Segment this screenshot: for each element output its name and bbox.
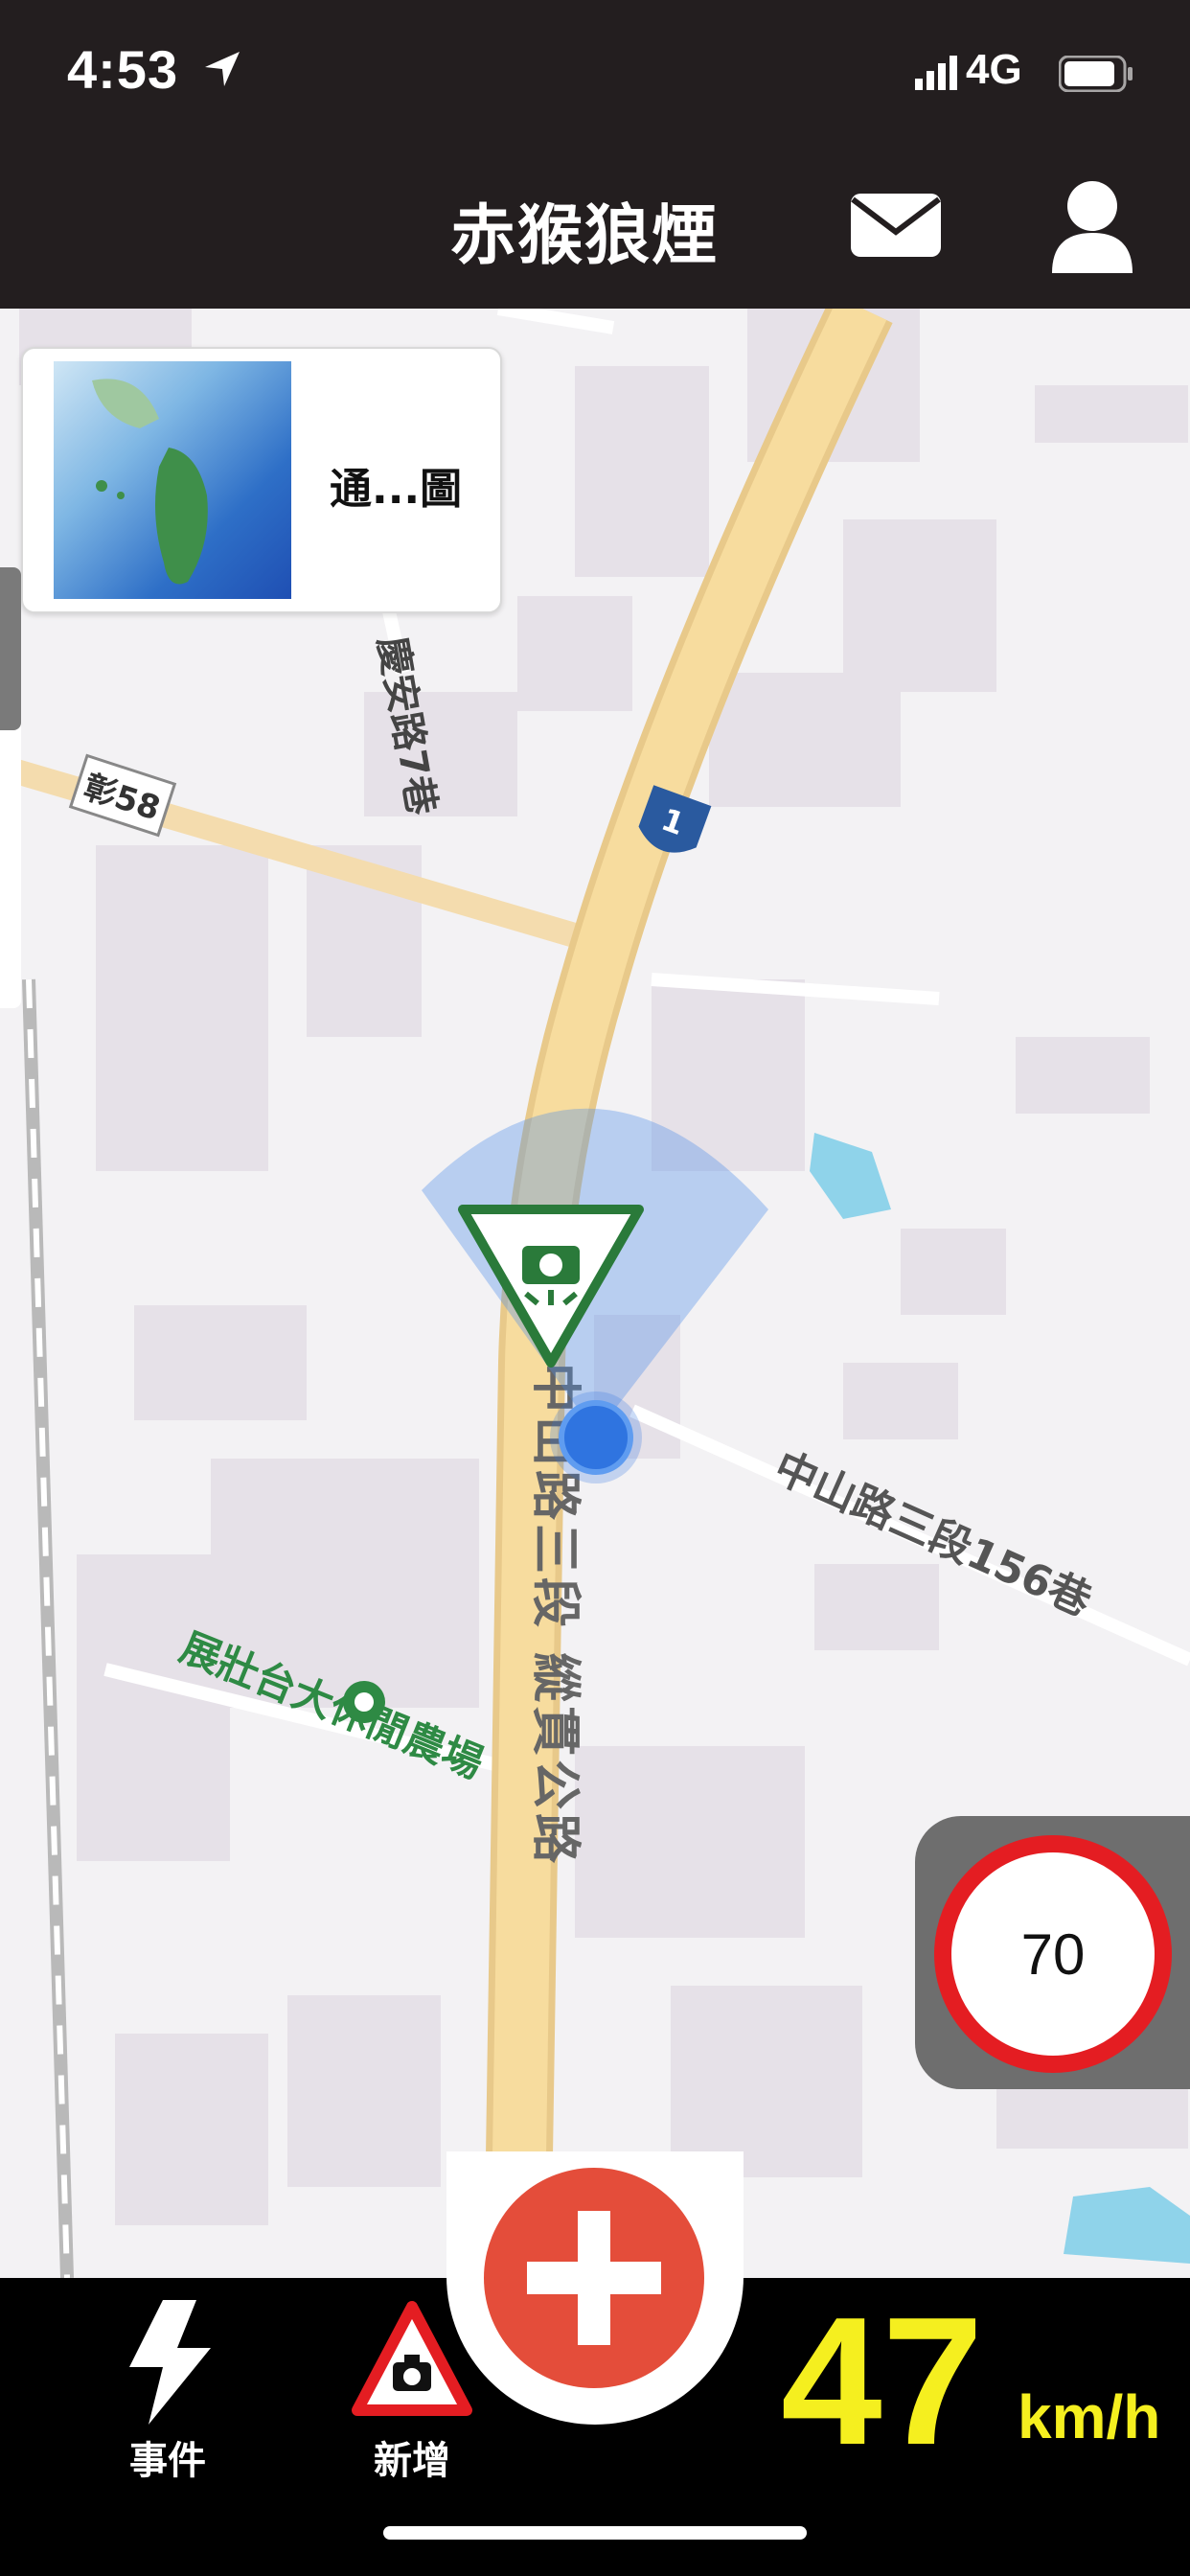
tab-events-label: 事件 — [129, 2439, 206, 2483]
speed-limit-sign: 70 — [934, 1835, 1172, 2073]
warning-camera-icon — [352, 2301, 472, 2416]
layer-card-label: 通...圖 — [330, 465, 463, 514]
mail-icon — [851, 194, 941, 257]
poi-pin-icon[interactable] — [343, 1681, 385, 1723]
location-arrow-icon — [205, 52, 240, 86]
messages-button[interactable] — [843, 182, 949, 268]
battery-icon — [1059, 56, 1133, 92]
tab-add-report[interactable]: 新增 — [340, 2286, 484, 2496]
signal-icon — [915, 56, 957, 90]
network-label: 4G — [966, 46, 1022, 93]
plus-icon — [527, 2211, 661, 2345]
highway-1-shield: 1 — [638, 785, 712, 853]
app-header: 赤猴狼煙 — [0, 144, 1190, 309]
current-speed-value: 47 — [781, 2280, 984, 2483]
current-location-icon — [550, 1392, 642, 1484]
route-58-badge: 彰58 — [68, 753, 177, 838]
status-bar: 4:53 4G — [0, 0, 1190, 144]
map-layer-card[interactable]: 通...圖 — [21, 347, 502, 613]
home-indicator[interactable] — [383, 2526, 807, 2540]
taiwan-map-thumbnail — [54, 361, 291, 599]
add-report-fab[interactable] — [484, 2168, 704, 2388]
tab-events[interactable]: 事件 — [96, 2286, 240, 2496]
tab-add-report-label: 新增 — [374, 2439, 450, 2483]
side-drawer-thumb[interactable] — [0, 567, 21, 730]
account-icon — [1052, 181, 1133, 273]
status-time: 4:53 — [67, 39, 179, 100]
app-title: 赤猴狼煙 — [450, 198, 720, 274]
road-label-alley-156: 中山路三段156巷 — [767, 1442, 1100, 1626]
account-button[interactable] — [1044, 177, 1140, 273]
road-label-lane-7: 慶安路7巷 — [369, 633, 444, 819]
speed-limit-value: 70 — [1020, 1921, 1086, 1987]
current-speed-unit: km/h — [1018, 2382, 1161, 2451]
lightning-icon — [129, 2300, 211, 2425]
poi-label: 展壯台大休閒農場 — [173, 1623, 490, 1787]
